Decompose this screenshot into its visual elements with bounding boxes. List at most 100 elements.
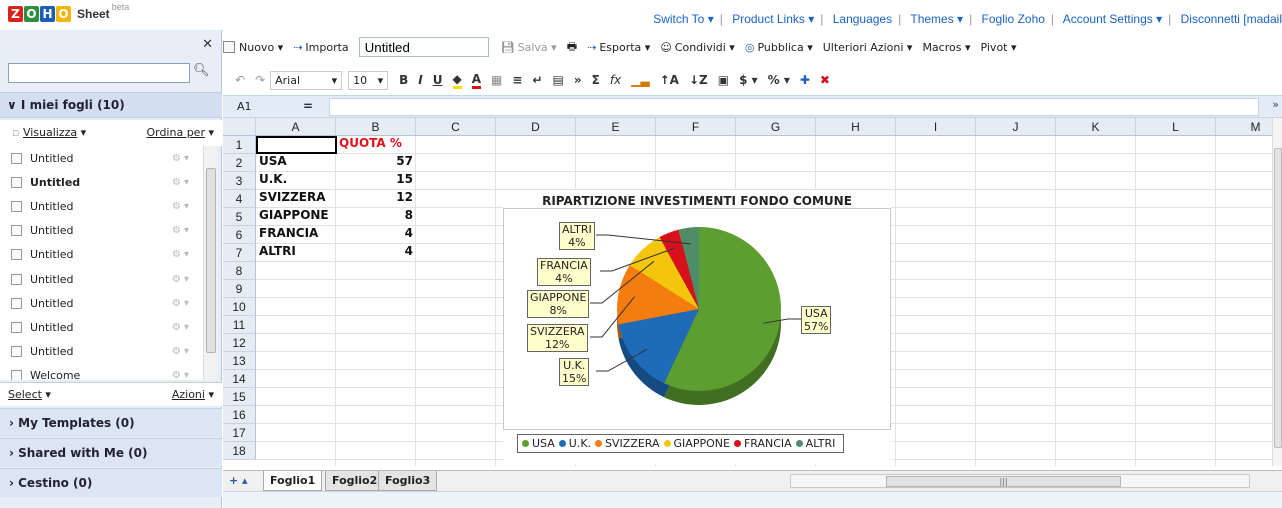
sheet-list-scrollbar[interactable]: [203, 146, 217, 380]
column-header[interactable]: D: [496, 118, 576, 135]
sort-ascending-icon[interactable]: ↑A: [660, 73, 679, 87]
undo-icon[interactable]: ↶: [235, 73, 245, 87]
row-header[interactable]: 10: [223, 298, 256, 316]
scrollbar-thumb[interactable]: |||: [886, 476, 1121, 487]
grid-vertical-scrollbar[interactable]: [1272, 118, 1282, 466]
select-menu[interactable]: Select: [8, 388, 42, 401]
sheet-list-item[interactable]: Untitled ⚙ ▾: [0, 267, 203, 291]
country-cell[interactable]: U.K.: [256, 172, 290, 190]
cell-reference-box[interactable]: A1: [231, 99, 291, 116]
font-size-select[interactable]: 10 ▾: [348, 70, 389, 90]
sheet-checkbox[interactable]: [11, 346, 22, 358]
sheet-list-item[interactable]: Untitled ⚙ ▾: [0, 219, 203, 243]
redo-icon[interactable]: ↷: [255, 73, 265, 87]
selected-cell[interactable]: [256, 136, 337, 154]
font-color-icon[interactable]: A: [471, 72, 482, 89]
gear-icon[interactable]: ⚙ ▾: [172, 322, 189, 333]
quota-cell[interactable]: 4: [336, 244, 416, 262]
sheet-checkbox[interactable]: [11, 297, 22, 309]
scrollbar-thumb[interactable]: [206, 168, 216, 353]
azioni-menu[interactable]: Azioni: [172, 388, 205, 401]
sheet-tab-foglio1[interactable]: Foglio1: [263, 471, 323, 491]
row-header[interactable]: 11: [223, 316, 256, 334]
pivot-button[interactable]: Pivot ▾: [980, 41, 1016, 54]
search-input[interactable]: [8, 63, 190, 83]
zoho-logo[interactable]: Z O H O Sheet beta: [8, 2, 129, 22]
ordina-per-menu[interactable]: Ordina per: [146, 126, 205, 139]
salva-button[interactable]: 💾︎ Salva ▾: [501, 41, 557, 54]
sheet-tab-foglio2[interactable]: Foglio2: [325, 471, 385, 491]
foglio-zoho-link[interactable]: Foglio Zoho: [982, 12, 1045, 26]
condividi-button[interactable]: ☺ Condividi ▾: [660, 41, 735, 54]
sheet-checkbox[interactable]: [11, 200, 22, 212]
more-icon[interactable]: »: [574, 73, 582, 87]
quota-cell[interactable]: 12: [336, 190, 416, 208]
row-header[interactable]: 6: [223, 226, 256, 244]
formula-equals[interactable]: =: [290, 99, 326, 116]
nuovo-button[interactable]: Nuovo ▾: [223, 41, 283, 54]
date-format-icon[interactable]: ▣: [718, 73, 729, 87]
merge-cells-icon[interactable]: ▤: [553, 73, 564, 87]
column-header[interactable]: A: [256, 118, 336, 135]
search-icon[interactable]: 🔍︎: [193, 63, 210, 78]
quota-cell[interactable]: 15: [336, 172, 416, 190]
gear-icon[interactable]: ⚙ ▾: [172, 274, 189, 285]
themes-link[interactable]: Themes ▾: [910, 12, 963, 26]
row-header[interactable]: 8: [223, 262, 256, 280]
sheet-checkbox[interactable]: [11, 321, 22, 333]
underline-button[interactable]: U: [433, 73, 443, 87]
column-header[interactable]: E: [576, 118, 656, 135]
sheet-list-item[interactable]: Untitled ⚙ ▾: [0, 315, 203, 339]
wrap-text-icon[interactable]: ↵: [532, 73, 542, 87]
sheet-checkbox[interactable]: [11, 273, 22, 285]
close-panel-icon[interactable]: ✕: [202, 37, 213, 52]
column-header[interactable]: I: [896, 118, 976, 135]
borders-icon[interactable]: ▦: [491, 73, 502, 87]
pie-chart[interactable]: RIPARTIZIONE INVESTIMENTI FONDO COMUNE U…: [503, 190, 891, 464]
country-cell[interactable]: GIAPPONE: [256, 208, 332, 226]
print-icon[interactable]: 🖶︎: [567, 38, 577, 57]
row-header[interactable]: 15: [223, 388, 256, 406]
column-header[interactable]: B: [336, 118, 416, 135]
sheet-list-item[interactable]: Untitled ⚙ ▾: [0, 291, 203, 315]
quota-cell[interactable]: 4: [336, 226, 416, 244]
sheet-checkbox[interactable]: [11, 370, 22, 380]
add-sheet-button[interactable]: + ▴: [229, 474, 248, 487]
my-templates-section[interactable]: › My Templates (0): [0, 408, 222, 437]
column-header[interactable]: F: [656, 118, 736, 135]
sort-descending-icon[interactable]: ↓Z: [689, 73, 708, 87]
shared-with-me-section[interactable]: › Shared with Me (0): [0, 438, 222, 467]
header-cell-b1[interactable]: QUOTA %: [336, 136, 405, 154]
sheet-list-item[interactable]: Untitled ⚙ ▾: [0, 243, 203, 267]
sheet-list-item[interactable]: Untitled ⚙ ▾: [0, 194, 203, 218]
font-select[interactable]: Arial ▾: [270, 70, 343, 90]
country-cell[interactable]: FRANCIA: [256, 226, 321, 244]
column-header[interactable]: M: [1216, 118, 1272, 135]
sheet-checkbox[interactable]: [11, 225, 22, 237]
sheet-checkbox[interactable]: [11, 249, 22, 261]
sheet-list-item[interactable]: Untitled ⚙ ▾: [0, 146, 203, 170]
esporta-button[interactable]: ⇢ Esporta ▾: [587, 41, 650, 54]
row-header[interactable]: 14: [223, 370, 256, 388]
row-header[interactable]: 17: [223, 424, 256, 442]
my-sheets-header[interactable]: ∨ I miei fogli (10): [0, 92, 222, 118]
gear-icon[interactable]: ⚙ ▾: [172, 153, 189, 164]
formula-input[interactable]: [329, 98, 1259, 116]
product-links-link[interactable]: Product Links ▾: [732, 12, 814, 26]
expand-formula-icon[interactable]: »: [1272, 98, 1279, 111]
cestino-section[interactable]: › Cestino (0): [0, 468, 222, 497]
gear-icon[interactable]: ⚙ ▾: [172, 177, 189, 188]
corner-cell[interactable]: [223, 118, 256, 135]
scrollbar-thumb[interactable]: [1274, 148, 1282, 448]
fill-color-icon[interactable]: ◆: [452, 72, 462, 89]
column-header[interactable]: G: [736, 118, 816, 135]
ulteriori-azioni-button[interactable]: Ulteriori Azioni ▾: [823, 41, 913, 54]
percent-format-button[interactable]: % ▾: [768, 73, 790, 87]
sheet-list-item[interactable]: Untitled ⚙ ▾: [0, 340, 203, 364]
row-header[interactable]: 18: [223, 442, 256, 460]
gear-icon[interactable]: ⚙ ▾: [172, 370, 189, 380]
row-header[interactable]: 1: [223, 136, 256, 154]
italic-button[interactable]: I: [418, 73, 422, 87]
visualizza-menu[interactable]: Visualizza: [23, 126, 77, 139]
column-header[interactable]: J: [976, 118, 1056, 135]
